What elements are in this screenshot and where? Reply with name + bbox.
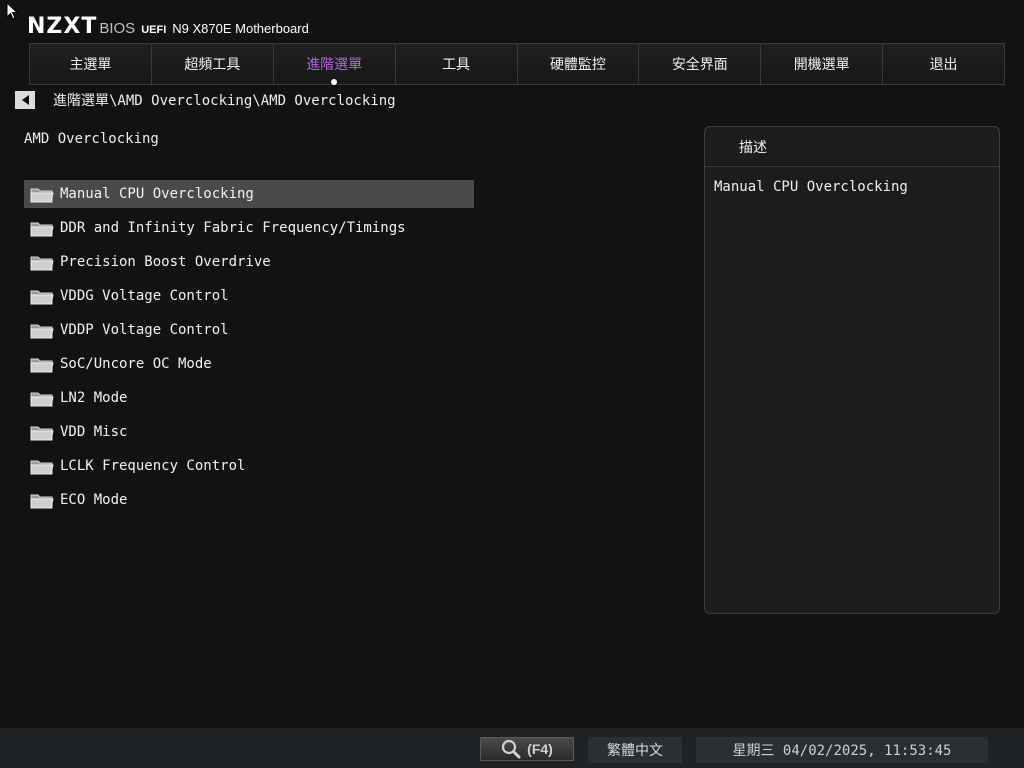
menu-item[interactable]: VDDP Voltage Control — [24, 316, 474, 344]
folder-icon — [30, 458, 54, 475]
status-bar: (F4) 繁體中文 星期三 04/02/2025, 11:53:45 — [0, 728, 1024, 768]
folder-icon — [30, 254, 54, 271]
mouse-pointer-icon — [6, 2, 19, 20]
menu-item[interactable]: Precision Boost Overdrive — [24, 248, 474, 276]
menu-item[interactable]: VDD Misc — [24, 418, 474, 446]
tab-overclocking[interactable]: 超頻工具 — [151, 44, 274, 84]
folder-icon — [30, 356, 54, 373]
tab-tools[interactable]: 工具 — [395, 44, 518, 84]
tab-exit[interactable]: 退出 — [883, 44, 1004, 84]
tab-main[interactable]: 主選單 — [30, 44, 152, 84]
search-button[interactable]: (F4) — [480, 737, 574, 761]
page-title: AMD Overclocking — [24, 131, 159, 147]
menu-item[interactable]: LCLK Frequency Control — [24, 452, 474, 480]
motherboard-model: N9 X870E Motherboard — [172, 21, 309, 36]
menu-item[interactable]: ECO Mode — [24, 486, 474, 514]
tab-security[interactable]: 安全界面 — [639, 44, 762, 84]
menu-item[interactable]: SoC/Uncore OC Mode — [24, 350, 474, 378]
main-tab-bar: 主選單 超頻工具 進階選單 工具 硬體監控 安全界面 開機選單 退出 — [29, 43, 1005, 85]
back-button[interactable] — [15, 91, 35, 109]
menu-item-label: VDDG Voltage Control — [60, 288, 229, 304]
menu-item-label: LCLK Frequency Control — [60, 458, 246, 474]
nzxt-logo: NZXT — [27, 14, 98, 39]
menu-item[interactable]: VDDG Voltage Control — [24, 282, 474, 310]
menu-item-label: DDR and Infinity Fabric Frequency/Timing… — [60, 220, 406, 236]
search-icon — [502, 739, 521, 759]
description-title: 描述 — [705, 127, 999, 167]
menu-item-label: ECO Mode — [60, 492, 128, 508]
chevron-left-icon — [21, 95, 29, 105]
menu-item-label: Manual CPU Overclocking — [60, 186, 254, 202]
folder-icon — [30, 492, 54, 509]
menu-item[interactable]: DDR and Infinity Fabric Frequency/Timing… — [24, 214, 474, 242]
folder-icon — [30, 424, 54, 441]
folder-icon — [30, 322, 54, 339]
menu-item-label: SoC/Uncore OC Mode — [60, 356, 212, 372]
menu-item-label: LN2 Mode — [60, 390, 128, 406]
menu-item[interactable]: LN2 Mode — [24, 384, 474, 412]
menu-item-label: VDDP Voltage Control — [60, 322, 229, 338]
language-selector[interactable]: 繁體中文 — [588, 737, 682, 763]
folder-icon — [30, 220, 54, 237]
description-panel: 描述 Manual CPU Overclocking — [704, 126, 1000, 614]
tab-advanced[interactable]: 進階選單 — [273, 44, 396, 85]
menu-item[interactable]: Manual CPU Overclocking — [24, 180, 474, 208]
settings-menu: Manual CPU Overclocking DDR and Infinity … — [24, 180, 474, 520]
description-text: Manual CPU Overclocking — [714, 179, 908, 195]
date-time-display[interactable]: 星期三 04/02/2025, 11:53:45 — [696, 737, 988, 763]
tab-hardware-monitor[interactable]: 硬體監控 — [517, 44, 640, 84]
folder-icon — [30, 390, 54, 407]
folder-icon — [30, 288, 54, 305]
menu-item-label: VDD Misc — [60, 424, 128, 440]
search-shortcut-label: (F4) — [527, 741, 553, 757]
menu-item-label: Precision Boost Overdrive — [60, 254, 271, 270]
breadcrumb: 進階選單\AMD Overclocking\AMD Overclocking — [15, 90, 396, 110]
breadcrumb-path: 進階選單\AMD Overclocking\AMD Overclocking — [53, 93, 396, 109]
tab-boot[interactable]: 開機選單 — [761, 44, 884, 84]
folder-icon — [30, 186, 54, 203]
brand-header: NZXT BIOS UEFI N9 X870E Motherboard — [27, 14, 309, 40]
uefi-label: UEFI — [141, 24, 167, 36]
bios-label: BIOS — [99, 20, 136, 37]
